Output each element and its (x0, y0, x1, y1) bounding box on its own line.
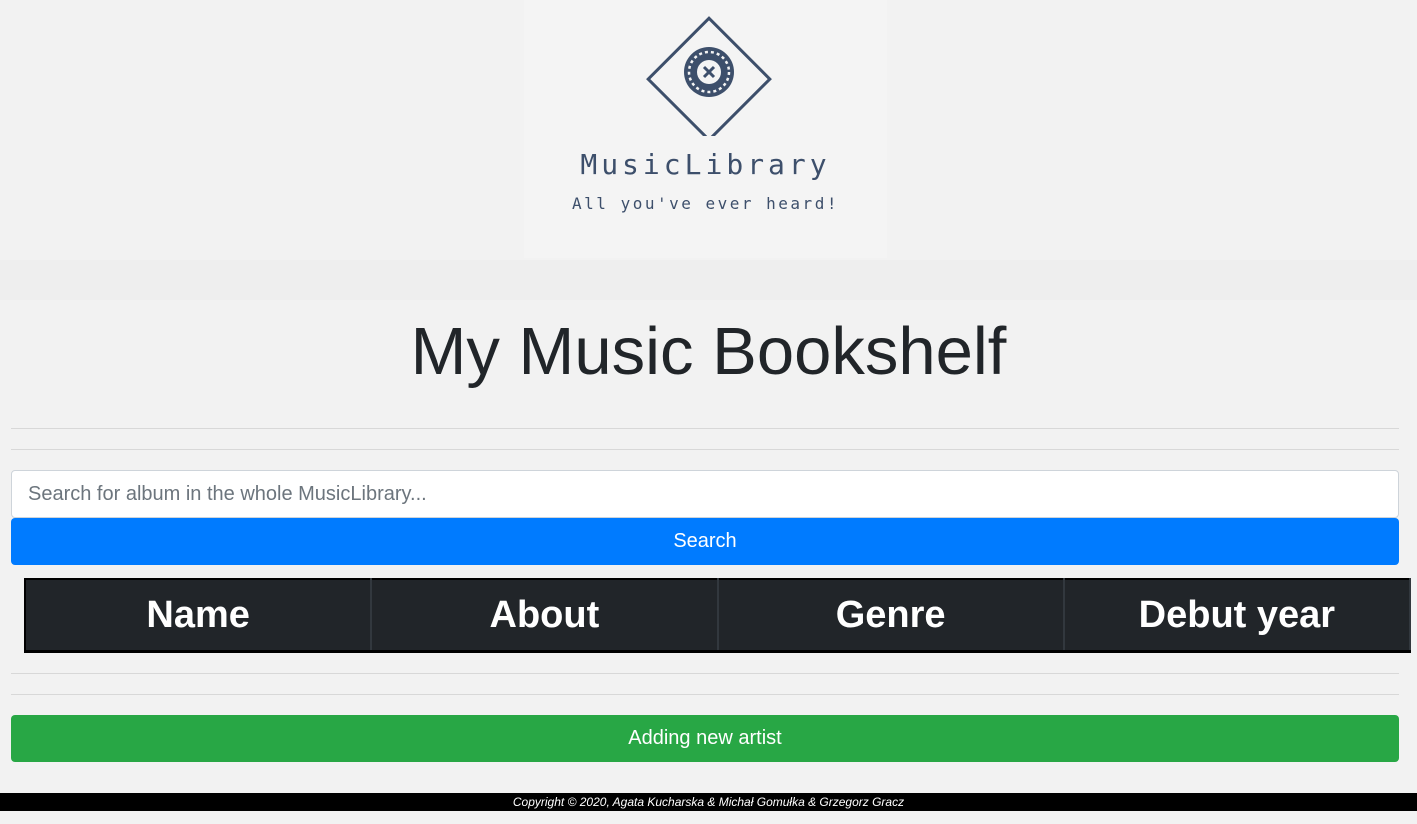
divider (11, 673, 1399, 674)
divider (11, 694, 1399, 695)
artists-table: Name About Genre Debut year (24, 578, 1412, 653)
header-band (0, 260, 1417, 300)
column-header-about[interactable]: About (371, 579, 719, 652)
search-input[interactable] (11, 470, 1399, 518)
divider (11, 428, 1399, 429)
divider (11, 449, 1399, 450)
column-header-name[interactable]: Name (25, 579, 373, 652)
column-header-genre[interactable]: Genre (717, 579, 1065, 652)
table-header-row: Name About Genre Debut year (25, 579, 1412, 652)
page-title: My Music Bookshelf (410, 314, 1007, 389)
brand-name: MusicLibrary (580, 148, 831, 181)
column-header-debut-year[interactable]: Debut year (1063, 579, 1412, 652)
vinyl-diamond-logo-icon (646, 16, 772, 136)
search-button[interactable]: Search (11, 518, 1399, 565)
logo-box[interactable]: MusicLibrary All you've ever heard! (524, 0, 887, 258)
site-header: MusicLibrary All you've ever heard! (0, 0, 1417, 260)
footer-copyright: Copyright © 2020, Agata Kucharska & Mich… (0, 793, 1417, 811)
brand-tagline: All you've ever heard! (572, 194, 839, 213)
add-artist-button[interactable]: Adding new artist (11, 715, 1399, 762)
